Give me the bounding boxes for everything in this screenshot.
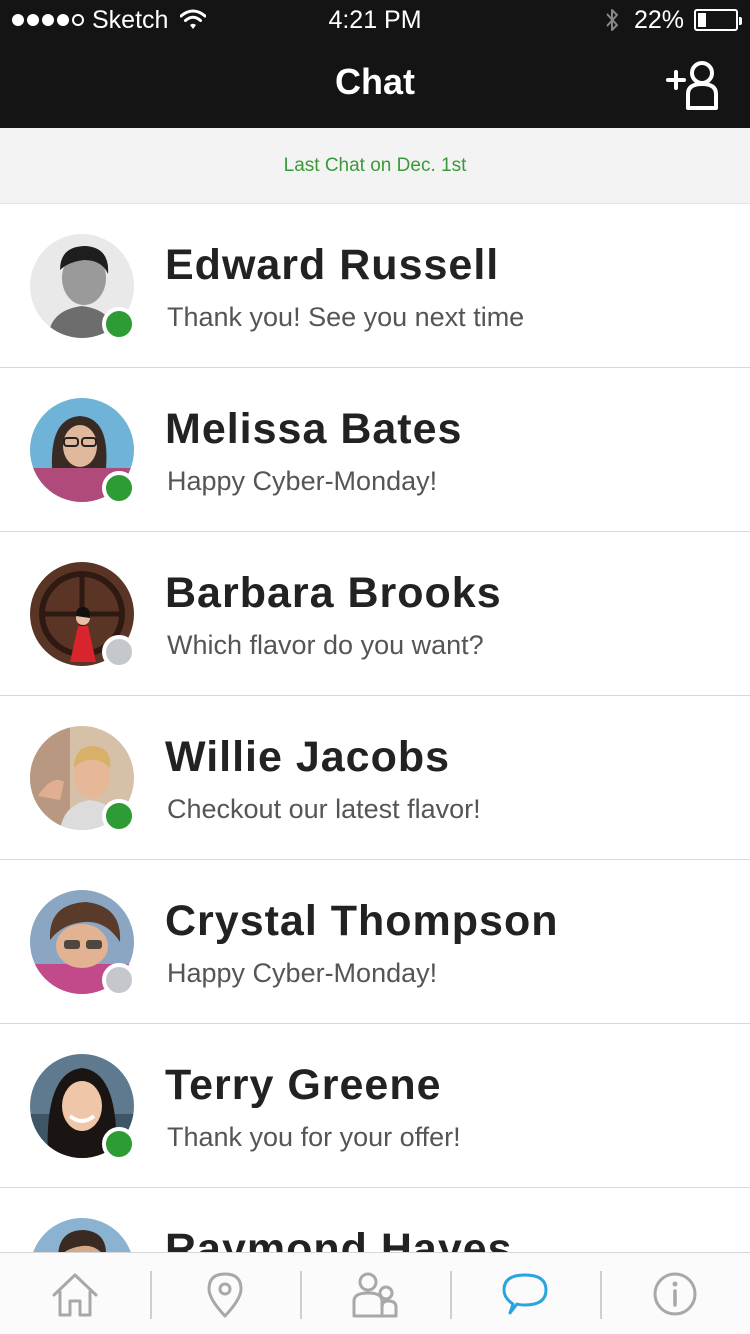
contacts-icon <box>352 1272 398 1317</box>
last-chat-banner: Last Chat on Dec. 1st <box>0 128 750 204</box>
tab-bar <box>0 1252 750 1334</box>
chat-row-barbara-brooks[interactable]: Barbara Brooks Which flavor do you want? <box>0 532 750 696</box>
contact-name: Terry Greene <box>165 1061 442 1109</box>
contact-name: Barbara Brooks <box>165 569 502 617</box>
last-message: Happy Cyber-Monday! <box>167 466 438 496</box>
chat-row-raymond-hayes[interactable]: Raymond Hayes <box>0 1188 750 1252</box>
status-right: 22% <box>604 5 742 35</box>
avatar <box>30 1218 134 1252</box>
last-message: Checkout our latest flavor! <box>167 794 481 824</box>
chat-row-edward-russell[interactable]: Edward Russell Thank you! See you next t… <box>0 204 750 368</box>
presence-offline-dot <box>102 963 136 997</box>
tab-location[interactable] <box>150 1253 300 1334</box>
location-pin-icon <box>207 1272 243 1317</box>
tab-info[interactable] <box>600 1253 750 1334</box>
tab-home[interactable] <box>0 1253 150 1334</box>
contact-name: Edward Russell <box>165 241 500 289</box>
home-icon <box>52 1273 98 1316</box>
chat-row-willie-jacobs[interactable]: Willie Jacobs Checkout our latest flavor… <box>0 696 750 860</box>
chat-screen: Sketch 4:21 PM 22% Chat Last Chat on Dec… <box>0 0 750 1334</box>
bluetooth-icon <box>606 9 618 31</box>
last-message: Thank you! See you next time <box>167 302 525 332</box>
contact-name: Crystal Thompson <box>165 897 559 945</box>
presence-online-dot <box>102 471 136 505</box>
battery-percent: 22% <box>633 6 684 34</box>
last-chat-label: Last Chat on Dec. 1st <box>283 155 467 176</box>
info-icon <box>653 1272 697 1315</box>
status-bar: Sketch 4:21 PM 22% <box>0 0 750 40</box>
chat-row-melissa-bates[interactable]: Melissa Bates Happy Cyber-Monday! <box>0 368 750 532</box>
last-message: Which flavor do you want? <box>167 630 484 660</box>
chat-list: Edward Russell Thank you! See you next t… <box>0 204 750 1252</box>
last-message: Thank you for your offer! <box>167 1122 461 1152</box>
add-user-icon[interactable] <box>666 58 722 112</box>
chat-row-terry-greene[interactable]: Terry Greene Thank you for your offer! <box>0 1024 750 1188</box>
contact-name: Willie Jacobs <box>165 733 451 781</box>
presence-online-dot <box>102 799 136 833</box>
battery-level <box>698 13 706 27</box>
presence-offline-dot <box>102 635 136 669</box>
app-header: Sketch 4:21 PM 22% Chat <box>0 0 750 128</box>
contact-name: Raymond Hayes <box>165 1225 513 1252</box>
battery-icon <box>694 9 742 31</box>
contact-name: Melissa Bates <box>165 405 463 453</box>
page-title: Chat <box>335 61 415 102</box>
avatar-image <box>30 1218 134 1252</box>
last-message: Happy Cyber-Monday! <box>167 958 438 988</box>
tab-contacts[interactable] <box>300 1253 450 1334</box>
chat-row-crystal-thompson[interactable]: Crystal Thompson Happy Cyber-Monday! <box>0 860 750 1024</box>
presence-online-dot <box>102 1127 136 1161</box>
chat-bubble-icon <box>502 1273 548 1314</box>
presence-online-dot <box>102 307 136 341</box>
tab-chat[interactable] <box>450 1253 600 1334</box>
